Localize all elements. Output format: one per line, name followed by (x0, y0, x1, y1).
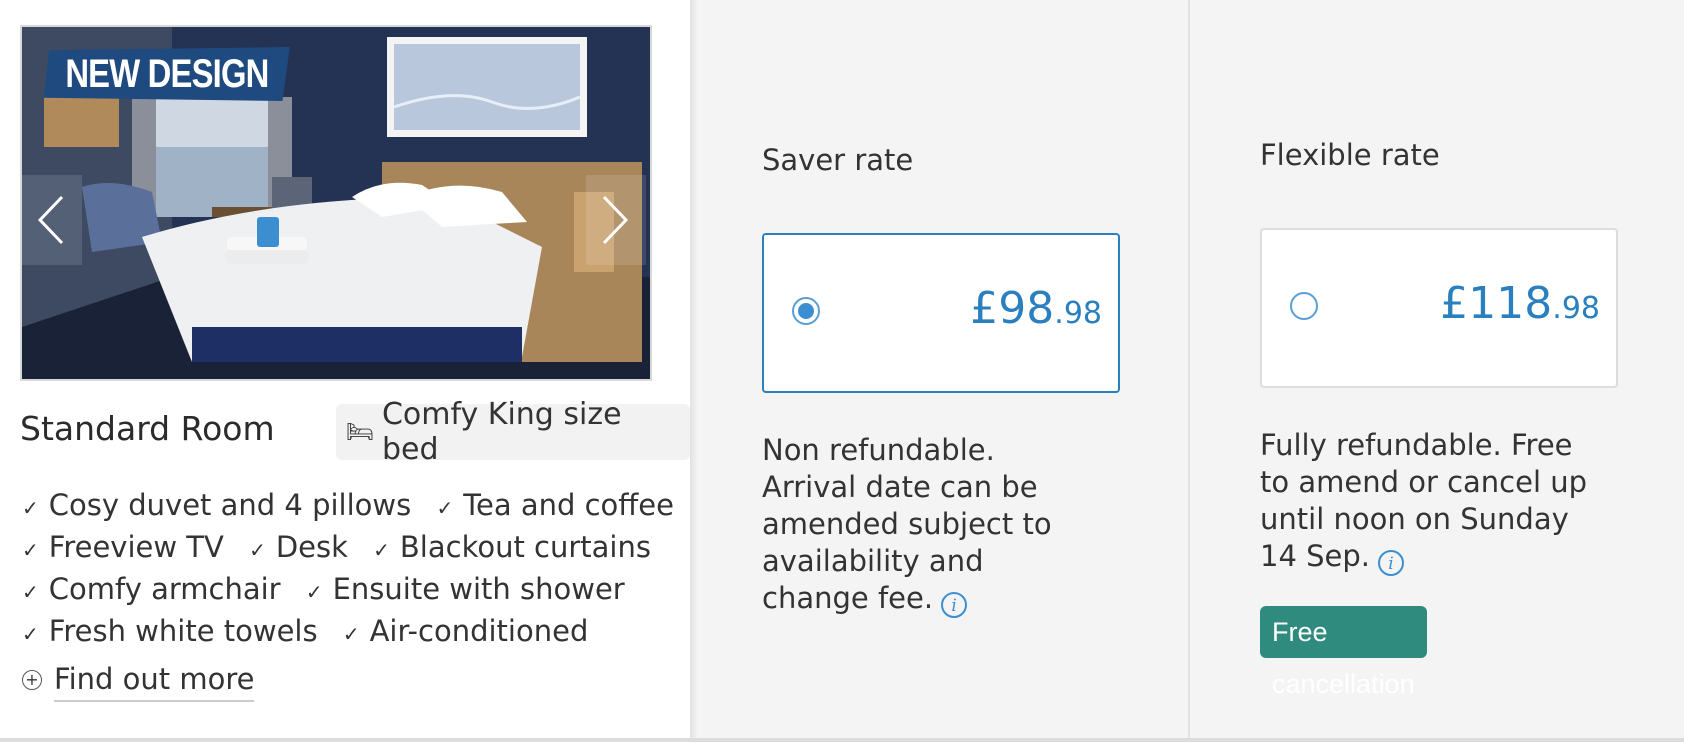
feature-item: ✓ Cosy duvet and 4 pillows (22, 488, 412, 522)
check-icon: ✓ (22, 538, 39, 562)
room-features-list: ✓ Cosy duvet and 4 pillows ✓ Tea and coffe… (22, 488, 690, 656)
feature-row: ✓ Cosy duvet and 4 pillows ✓ Tea and coffe… (22, 488, 690, 530)
feature-item: ✓ Freeview TV (22, 530, 224, 564)
photo-prev-button[interactable] (22, 175, 82, 265)
saver-rate-price: £98.98 (970, 283, 1102, 334)
plus-circle-icon: + (22, 670, 42, 690)
flexible-rate-title: Flexible rate (1260, 138, 1440, 172)
check-icon: ✓ (342, 622, 360, 646)
bed-type-pill: 🛏 Comfy King size bed (336, 397, 690, 467)
flexible-rate-price: £118.98 (1440, 278, 1600, 329)
feature-item: ✓ Fresh white towels (22, 614, 318, 648)
feature-item: ✓ Tea and coffee (436, 488, 674, 522)
room-title: Standard Room (20, 409, 275, 448)
check-icon: ✓ (436, 496, 454, 520)
feature-item: ✓ Blackout curtains (373, 530, 651, 564)
rate-options: Saver rate £98.98 Non refundable. Arriva… (690, 0, 1684, 740)
new-design-badge: NEW DESIGN (44, 47, 290, 101)
free-cancellation-badge: Free cancellation (1260, 606, 1427, 699)
chevron-right-icon (602, 195, 629, 245)
room-card: NEW DESIGN Standard Room 🛏 Comfy King si… (0, 0, 690, 740)
bottom-border (0, 738, 1684, 742)
bed-icon: 🛏 (346, 419, 374, 445)
chevron-left-icon (37, 195, 64, 245)
check-icon: ✓ (22, 580, 39, 604)
feature-item: ✓ Desk (249, 530, 348, 564)
check-icon: ✓ (22, 622, 39, 646)
flexible-rate-description: Fully refundable. Free to amend or cance… (1260, 428, 1588, 576)
saver-rate-radio[interactable] (792, 297, 820, 325)
feature-item: ✓ Air-conditioned (342, 614, 589, 648)
find-out-more-link[interactable]: + Find out more (22, 662, 255, 702)
check-icon: ✓ (249, 538, 266, 562)
panel-shadow (690, 0, 698, 740)
saver-rate-description: Non refundable. Arrival date can be amen… (762, 433, 1052, 618)
saver-rate-title: Saver rate (762, 143, 914, 177)
find-out-more-label: Find out more (54, 662, 255, 702)
check-icon: ✓ (22, 496, 39, 520)
feature-item: ✓ Ensuite with shower (305, 572, 625, 606)
info-icon[interactable]: i (1378, 550, 1404, 576)
flexible-rate-option[interactable]: £118.98 (1260, 228, 1618, 388)
room-photo: NEW DESIGN (20, 25, 652, 381)
check-icon: ✓ (373, 538, 390, 562)
feature-row: ✓ Comfy armchair ✓ Ensuite with shower (22, 572, 690, 614)
info-icon[interactable]: i (941, 592, 968, 618)
check-icon: ✓ (305, 580, 323, 604)
feature-row: ✓ Freeview TV ✓ Desk ✓ Blackout curtains (22, 530, 690, 572)
bed-type-label: Comfy King size bed (381, 397, 622, 467)
flexible-rate-radio[interactable] (1290, 292, 1318, 320)
feature-row: ✓ Fresh white towels ✓ Air-conditioned (22, 614, 690, 656)
feature-item: ✓ Comfy armchair (22, 572, 281, 606)
saver-rate-option[interactable]: £98.98 (762, 233, 1120, 393)
photo-next-button[interactable] (586, 175, 646, 265)
rate-divider (1188, 0, 1190, 740)
